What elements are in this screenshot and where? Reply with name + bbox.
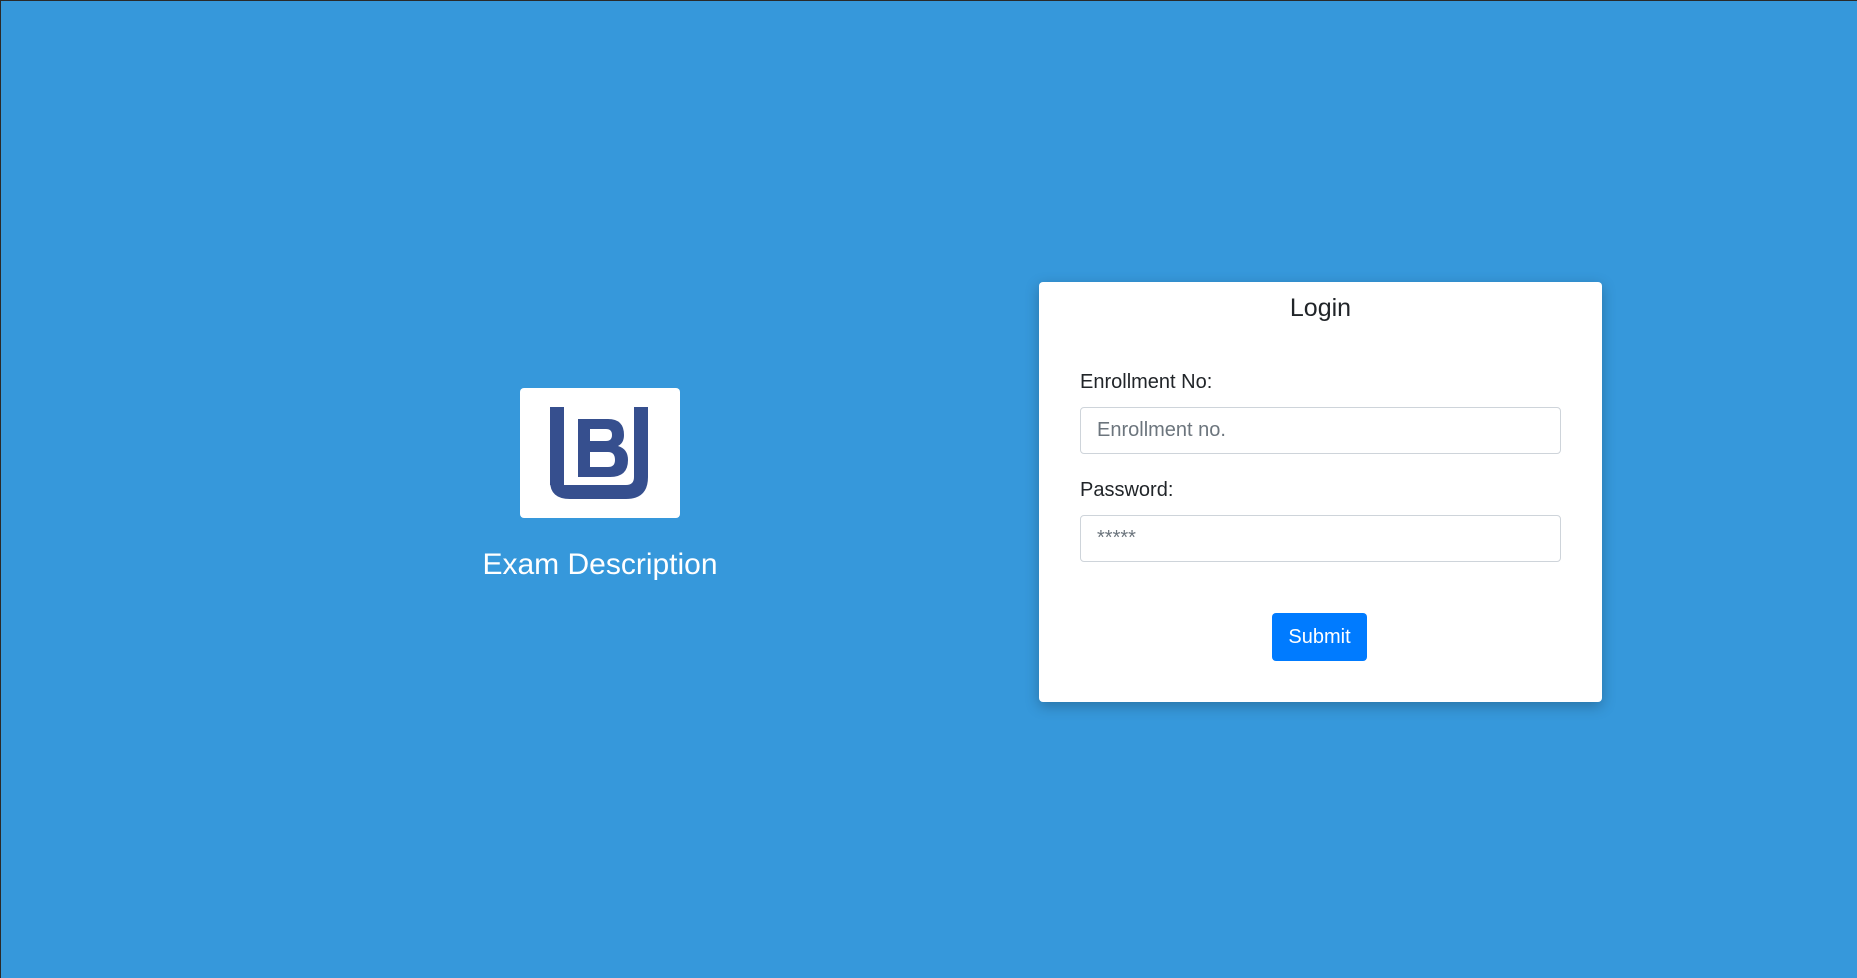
enrollment-input[interactable] xyxy=(1080,407,1561,454)
enrollment-label: Enrollment No: xyxy=(1080,371,1213,393)
password-input[interactable] xyxy=(1080,515,1561,562)
login-page: Exam Description Login Enrollment No: Pa… xyxy=(0,0,1857,978)
logo xyxy=(520,388,680,518)
exam-description: Exam Description xyxy=(482,548,718,581)
brand-section: Exam Description xyxy=(472,388,728,582)
login-title: Login xyxy=(1289,294,1352,322)
submit-button[interactable]: Submit xyxy=(1272,613,1367,661)
password-label: Password: xyxy=(1080,479,1174,501)
login-card: Login Enrollment No: Password: Submit xyxy=(1039,282,1602,702)
lbu-logo-icon xyxy=(550,407,648,499)
